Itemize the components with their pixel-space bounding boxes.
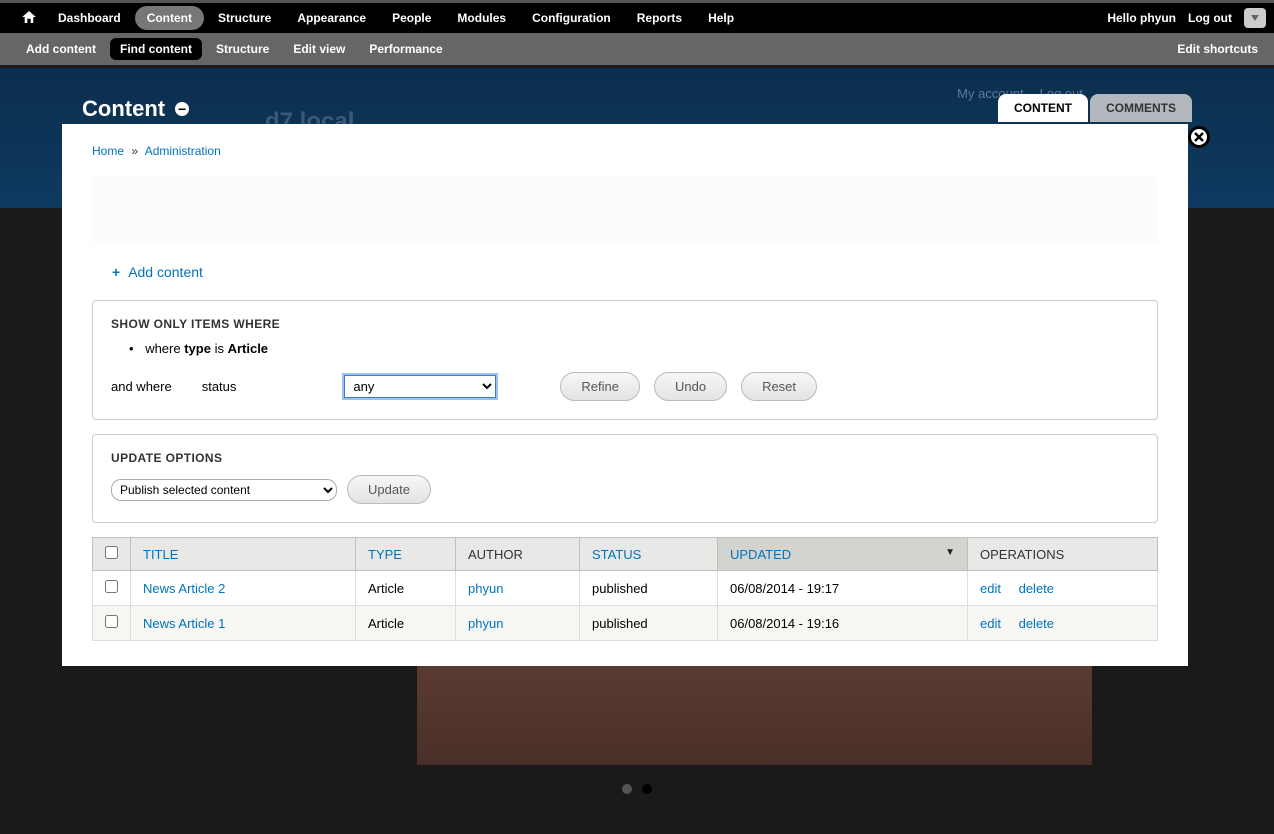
slideshow-pager [622,784,652,794]
breadcrumb-admin[interactable]: Administration [145,144,221,158]
row-type: Article [356,571,456,606]
plus-icon: + [112,264,120,280]
shortcut-find-content[interactable]: Find content [110,38,202,60]
col-author: AUTHOR [456,538,580,571]
row-updated: 06/08/2014 - 19:16 [718,606,968,641]
shortcuts-bar: Add content Find content Structure Edit … [0,33,1274,65]
and-where-label: and where [111,379,172,394]
pager-dot[interactable] [622,784,632,794]
shortcuts-edit: Edit shortcuts [1177,42,1258,56]
edit-link[interactable]: edit [980,616,1001,631]
toolbar-item-help[interactable]: Help [696,6,746,30]
breadcrumb-home[interactable]: Home [92,144,124,158]
row-checkbox[interactable] [105,615,118,628]
col-operations: OPERATIONS [968,538,1158,571]
tab-content[interactable]: CONTENT [998,94,1088,122]
close-icon[interactable] [1188,126,1210,148]
sort-desc-icon: ▼ [945,547,955,558]
row-author-link[interactable]: phyun [468,581,503,596]
toolbar-item-reports[interactable]: Reports [625,6,694,30]
logout-link[interactable]: Log out [1188,11,1232,25]
toolbar-item-configuration[interactable]: Configuration [520,6,623,30]
shortcuts-menu: Add content Find content Structure Edit … [16,38,453,60]
shortcut-performance[interactable]: Performance [359,38,452,60]
toolbar-user: Hello phyun Log out [1107,8,1266,28]
breadcrumb: Home » Administration [92,144,1158,158]
row-type: Article [356,606,456,641]
row-author-link[interactable]: phyun [468,616,503,631]
filter-condition: • where type is Article [129,341,1139,356]
row-checkbox[interactable] [105,580,118,593]
row-operations: edit delete [968,606,1158,641]
overlay-tabs: CONTENT COMMENTS [998,94,1192,122]
col-title[interactable]: TITLE [131,538,356,571]
add-content-link[interactable]: + Add content [112,264,1158,280]
toolbar-item-content[interactable]: Content [135,6,204,30]
delete-link[interactable]: delete [1019,581,1054,596]
toolbar-menu: Dashboard Content Structure Appearance P… [14,6,746,31]
row-status: published [580,571,718,606]
shortcut-structure[interactable]: Structure [206,38,279,60]
toolbar-toggle-icon[interactable] [1244,8,1266,28]
overlay-header: Content − CONTENT COMMENTS [82,94,1192,122]
undo-button[interactable]: Undo [654,372,727,401]
col-checkbox [93,538,131,571]
toolbar-item-appearance[interactable]: Appearance [285,6,378,30]
reset-button[interactable]: Reset [741,372,817,401]
filter-buttons: Refine Undo Reset [560,372,817,401]
col-updated[interactable]: UPDATED ▼ [718,538,968,571]
update-button[interactable]: Update [347,475,431,504]
refine-button[interactable]: Refine [560,372,640,401]
row-operations: edit delete [968,571,1158,606]
page-title: Content − [82,96,189,122]
shortcut-edit-view[interactable]: Edit view [283,38,355,60]
select-all-checkbox[interactable] [105,546,118,559]
update-title: UPDATE OPTIONS [111,451,1139,465]
row-title-link[interactable]: News Article 2 [143,581,225,596]
edit-shortcuts-link[interactable]: Edit shortcuts [1177,42,1258,56]
row-updated: 06/08/2014 - 19:17 [718,571,968,606]
admin-toolbar: Dashboard Content Structure Appearance P… [0,0,1274,33]
filter-row: and where status any Refine Undo Reset [111,372,1139,401]
tab-comments[interactable]: COMMENTS [1090,94,1192,122]
content-table: TITLE TYPE AUTHOR STATUS UPDATED ▼ OPERA… [92,537,1158,641]
shortcut-toggle-icon[interactable]: − [175,102,189,116]
toolbar-item-people[interactable]: People [380,6,443,30]
message-area [92,176,1158,244]
col-type[interactable]: TYPE [356,538,456,571]
toolbar-item-dashboard[interactable]: Dashboard [46,6,133,30]
home-icon[interactable] [14,6,44,31]
row-title-link[interactable]: News Article 1 [143,616,225,631]
update-row: Publish selected content Update [111,475,1139,504]
col-status[interactable]: STATUS [580,538,718,571]
table-row: News Article 2 Article phyun published 0… [93,571,1158,606]
table-row: News Article 1 Article phyun published 0… [93,606,1158,641]
delete-link[interactable]: delete [1019,616,1054,631]
pager-dot[interactable] [642,784,652,794]
toolbar-item-structure[interactable]: Structure [206,6,283,30]
row-status: published [580,606,718,641]
filter-title: SHOW ONLY ITEMS WHERE [111,317,1139,331]
greeting: Hello phyun [1107,11,1176,25]
status-select[interactable]: any [344,375,496,398]
status-label: status [202,379,237,394]
toolbar-item-modules[interactable]: Modules [445,6,518,30]
update-select[interactable]: Publish selected content [111,479,337,501]
update-fieldset: UPDATE OPTIONS Publish selected content … [92,434,1158,523]
shortcut-add-content[interactable]: Add content [16,38,106,60]
edit-link[interactable]: edit [980,581,1001,596]
overlay-panel: Home » Administration + Add content SHOW… [62,124,1188,666]
filter-fieldset: SHOW ONLY ITEMS WHERE • where type is Ar… [92,300,1158,420]
